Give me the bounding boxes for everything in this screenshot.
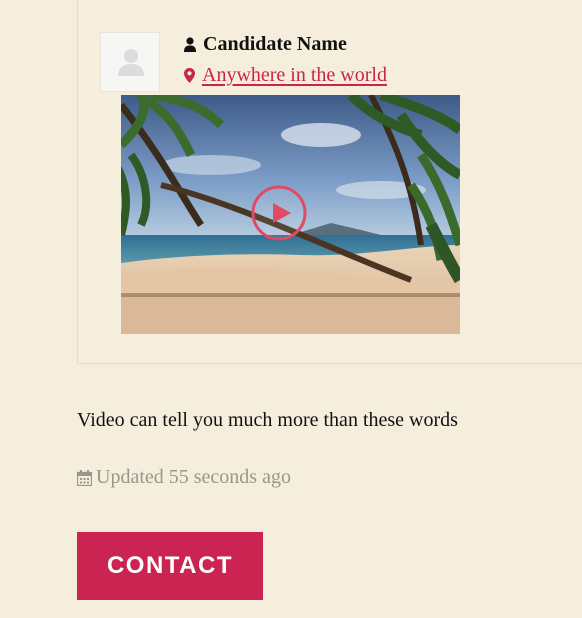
calendar-icon bbox=[77, 469, 92, 486]
candidate-card: Candidate Name Anywhere in the world bbox=[77, 0, 582, 364]
candidate-description: Video can tell you much more than these … bbox=[77, 409, 458, 431]
avatar bbox=[100, 32, 160, 92]
user-icon bbox=[184, 37, 196, 52]
user-silhouette-icon bbox=[118, 49, 144, 76]
contact-button[interactable]: CONTACT bbox=[77, 532, 263, 600]
video-thumbnail[interactable] bbox=[121, 95, 460, 334]
updated-text: Updated 55 seconds ago bbox=[96, 466, 291, 488]
candidate-location-link[interactable]: Anywhere in the world bbox=[202, 64, 387, 87]
play-icon bbox=[251, 185, 307, 241]
play-button[interactable] bbox=[251, 185, 307, 241]
updated-timestamp: Updated 55 seconds ago bbox=[77, 466, 291, 489]
candidate-location-row: Anywhere in the world bbox=[184, 64, 387, 87]
candidate-name-row: Candidate Name bbox=[184, 33, 347, 56]
candidate-name: Candidate Name bbox=[203, 33, 347, 55]
map-marker-icon bbox=[184, 68, 195, 83]
